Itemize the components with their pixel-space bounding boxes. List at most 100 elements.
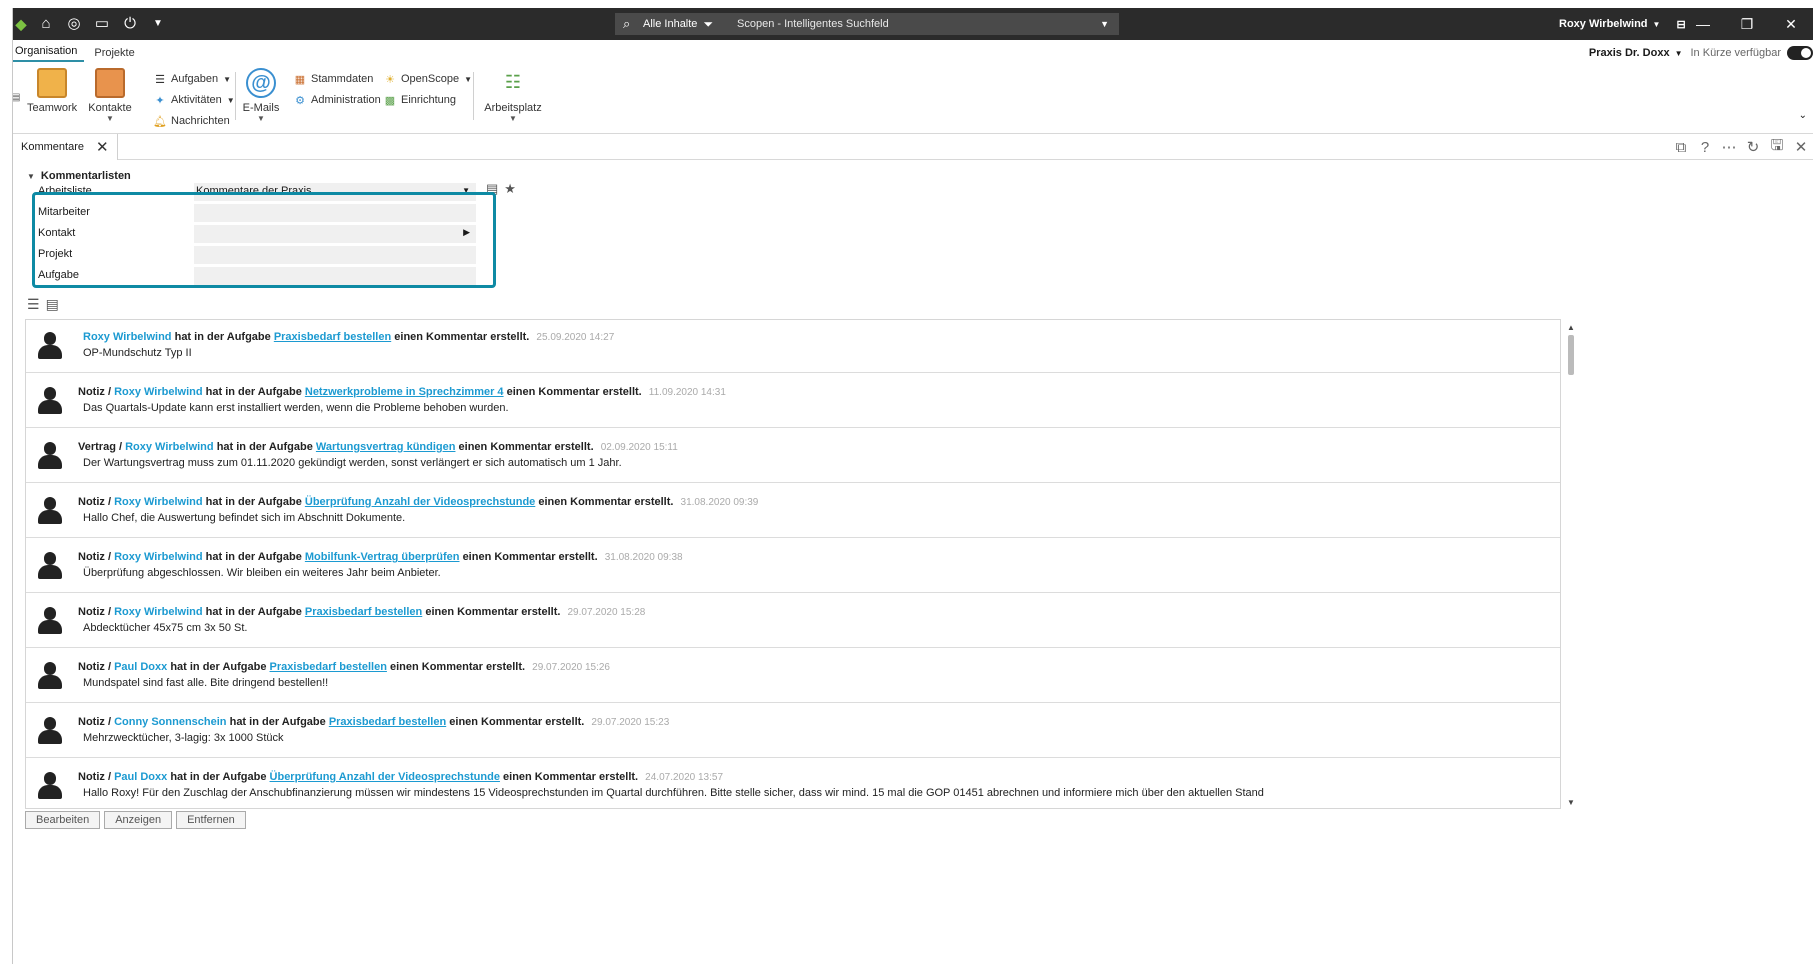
list-view-icon[interactable]: ☰ xyxy=(27,296,40,313)
task-link[interactable]: Überprüfung Anzahl der Videosprechstunde xyxy=(305,496,535,508)
aufgaben-button[interactable]: ☰ Aufgaben ▼ xyxy=(153,70,231,88)
tab-kommentare-label: Kommentare xyxy=(21,141,84,153)
scroll-thumb[interactable] xyxy=(1568,335,1574,375)
comment-header: Notiz / Paul Doxx hat in der Aufgabe Pra… xyxy=(78,661,610,673)
panel-icon[interactable]: ▤ xyxy=(13,92,20,103)
list-item[interactable]: Notiz / Paul Doxx hat in der Aufgabe Übe… xyxy=(26,760,1560,808)
availability-label: In Kürze verfügbar xyxy=(1690,47,1782,59)
help-icon[interactable]: ? xyxy=(1693,139,1717,156)
author-link[interactable]: Roxy Wirbelwind xyxy=(114,386,203,398)
tab-organisation[interactable]: Organisation xyxy=(13,45,85,62)
filter-icon[interactable]: ⏷ xyxy=(703,17,713,32)
projekt-field[interactable] xyxy=(194,246,476,264)
einrichtung-button[interactable]: ▩ Einrichtung xyxy=(383,91,456,109)
user-menu[interactable]: Roxy Wirbelwind ▼ ⊟ xyxy=(1559,8,1686,40)
comment-header: Roxy Wirbelwind hat in der Aufgabe Praxi… xyxy=(83,331,614,343)
restore-icon[interactable]: ❐ xyxy=(1725,16,1769,33)
task-link[interactable]: Mobilfunk-Vertrag überprüfen xyxy=(305,551,460,563)
star-icon[interactable]: ★ xyxy=(504,181,516,197)
task-link[interactable]: Praxisbedarf bestellen xyxy=(305,606,422,618)
task-link[interactable]: Praxisbedarf bestellen xyxy=(329,716,446,728)
list-item[interactable]: Notiz / Conny Sonnenschein hat in der Au… xyxy=(26,705,1560,758)
nachrichten-button[interactable]: 🔔︎ Nachrichten xyxy=(153,112,230,130)
collapse-icon[interactable]: ▼ xyxy=(27,172,35,181)
detail-view-icon[interactable]: ▤ xyxy=(46,296,59,313)
timestamp: 25.09.2020 14:27 xyxy=(536,332,615,343)
kontakte-button[interactable]: Kontakte ▼ xyxy=(85,68,135,123)
minimize-icon[interactable]: — xyxy=(1681,16,1725,32)
kontakt-field[interactable]: ▶ xyxy=(194,225,476,243)
save-icon[interactable]: 🖫︎ xyxy=(1765,135,1789,160)
author-link[interactable]: Conny Sonnenschein xyxy=(114,716,226,728)
tab-kommentare[interactable]: Kommentare ✕ xyxy=(13,134,118,160)
list-item[interactable]: Notiz / Roxy Wirbelwind hat in der Aufga… xyxy=(26,595,1560,648)
list-item[interactable]: Notiz / Roxy Wirbelwind hat in der Aufga… xyxy=(26,485,1560,538)
teamwork-button[interactable]: Teamwork xyxy=(27,68,77,114)
close-icon[interactable]: ✕ xyxy=(1769,16,1813,33)
mitarbeiter-field[interactable] xyxy=(194,204,476,222)
scroll-up-icon[interactable]: ▲ xyxy=(1567,323,1575,332)
arbeitsplatz-button[interactable]: ☷ Arbeitsplatz ▼ xyxy=(483,68,543,123)
openscope-button[interactable]: ☀ OpenScope ▼ xyxy=(383,70,472,88)
copy-icon[interactable]: ⧉ xyxy=(1669,139,1693,156)
list-scrollbar[interactable]: ▲ ▼ xyxy=(1565,319,1577,809)
aktivitaeten-button[interactable]: ✦ Aktivitäten ▼ xyxy=(153,91,234,109)
administration-button[interactable]: ⚙ Administration xyxy=(293,91,381,109)
remove-button[interactable]: Entfernen xyxy=(176,811,246,829)
list-item[interactable]: Roxy Wirbelwind hat in der Aufgabe Praxi… xyxy=(26,320,1560,373)
praxis-selector[interactable]: Praxis Dr. Doxx xyxy=(1589,47,1670,59)
chevron-down-icon[interactable]: ⌄ xyxy=(1799,110,1807,121)
chevron-right-icon[interactable]: ▶ xyxy=(463,227,470,238)
ribbon-tabs: Organisation Projekte xyxy=(13,40,1813,62)
task-link[interactable]: Praxisbedarf bestellen xyxy=(270,661,387,673)
chevron-down-icon[interactable]: ▼ xyxy=(1100,19,1109,29)
availability-toggle[interactable] xyxy=(1787,46,1813,60)
task-link[interactable]: Netzwerkprobleme in Sprechzimmer 4 xyxy=(305,386,504,398)
list-item[interactable]: Notiz / Roxy Wirbelwind hat in der Aufga… xyxy=(26,540,1560,593)
power-icon[interactable]: ⏻ xyxy=(121,15,139,33)
close-icon[interactable]: ✕ xyxy=(1789,138,1813,156)
chevron-down-icon[interactable]: ▼ xyxy=(1675,49,1683,58)
comment-phrase-end: einen Kommentar erstellt. xyxy=(503,771,639,783)
tab-projekte[interactable]: Projekte xyxy=(92,47,141,62)
comment-header: Notiz / Roxy Wirbelwind hat in der Aufga… xyxy=(78,386,726,398)
author-link[interactable]: Roxy Wirbelwind xyxy=(83,331,172,343)
show-button[interactable]: Anzeigen xyxy=(104,811,173,829)
author-link[interactable]: Roxy Wirbelwind xyxy=(114,606,203,618)
emails-button[interactable]: @ E-Mails ▼ xyxy=(239,68,283,123)
task-link[interactable]: Überprüfung Anzahl der Videosprechstunde xyxy=(270,771,500,783)
comment-category: Notiz / xyxy=(78,386,111,398)
chevron-down-icon[interactable]: ▼ xyxy=(85,114,135,123)
aufgabe-field[interactable] xyxy=(194,267,476,285)
teamwork-icon xyxy=(37,68,67,98)
scroll-down-icon[interactable]: ▼ xyxy=(1567,798,1575,807)
comment-phrase-end: einen Kommentar erstellt. xyxy=(449,716,585,728)
close-icon[interactable]: ✕ xyxy=(96,138,109,156)
lifebuoy-icon[interactable]: ◎ xyxy=(65,15,83,33)
task-link[interactable]: Wartungsvertrag kündigen xyxy=(316,441,456,453)
chevron-down-icon[interactable]: ▼ xyxy=(483,114,543,123)
author-link[interactable]: Roxy Wirbelwind xyxy=(114,551,203,563)
search-scope[interactable]: Alle Inhalte xyxy=(643,18,697,30)
author-link[interactable]: Roxy Wirbelwind xyxy=(125,441,214,453)
bag-icon[interactable]: ⌂ xyxy=(37,15,55,33)
author-link[interactable]: Paul Doxx xyxy=(114,771,167,783)
list-item[interactable]: Notiz / Paul Doxx hat in der Aufgabe Pra… xyxy=(26,650,1560,703)
more-icon[interactable]: ⋯ xyxy=(1717,138,1741,156)
task-link[interactable]: Praxisbedarf bestellen xyxy=(274,331,391,343)
section-header[interactable]: ▼ Kommentarlisten xyxy=(27,170,131,182)
chevron-down-icon[interactable]: ▼ xyxy=(239,114,283,123)
chat-icon[interactable]: ▭ xyxy=(93,15,111,33)
list-item[interactable]: Vertrag / Roxy Wirbelwind hat in der Auf… xyxy=(26,430,1560,483)
author-link[interactable]: Paul Doxx xyxy=(114,661,167,673)
search-field[interactable]: ⌕ Alle Inhalte ⏷ Scopen - Intelligentes … xyxy=(615,13,1119,35)
refresh-icon[interactable]: ↻ xyxy=(1741,138,1765,156)
comment-phrase-end: einen Kommentar erstellt. xyxy=(394,331,530,343)
database-icon: ▦ xyxy=(294,73,306,86)
list-item[interactable]: Notiz / Roxy Wirbelwind hat in der Aufga… xyxy=(26,375,1560,428)
chevron-down-icon[interactable]: ▼ xyxy=(149,15,167,33)
comment-category: Notiz / xyxy=(78,716,111,728)
edit-button[interactable]: Bearbeiten xyxy=(25,811,101,829)
stammdaten-button[interactable]: ▦ Stammdaten xyxy=(293,70,374,88)
author-link[interactable]: Roxy Wirbelwind xyxy=(114,496,203,508)
